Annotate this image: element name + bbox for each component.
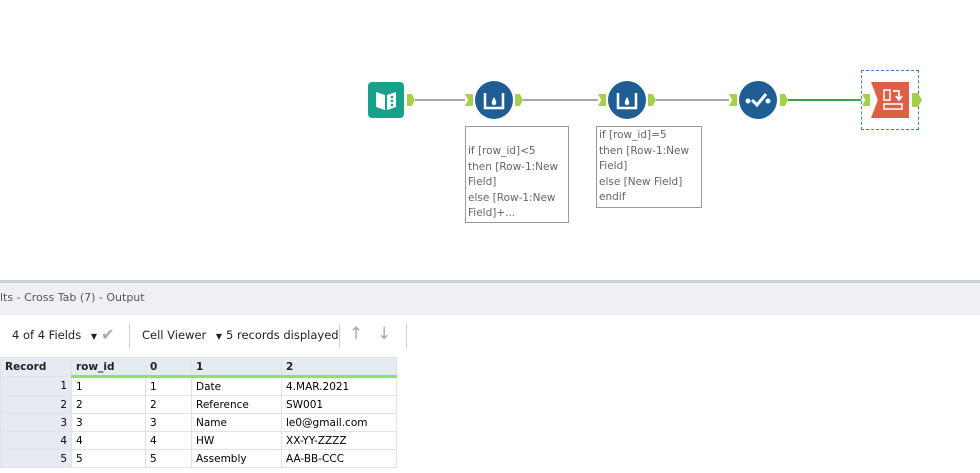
fields-dropdown[interactable]: 4 of 4 Fields ▼: [12, 328, 97, 342]
table-cell[interactable]: HW: [191, 431, 282, 450]
annotation-line: if [row_id]<5: [468, 145, 536, 157]
table-cell[interactable]: Date: [191, 376, 282, 396]
chevron-down-icon: ▼: [90, 332, 98, 341]
select-tool[interactable]: [739, 81, 777, 119]
table-cell[interactable]: 1: [71, 376, 146, 396]
results-toolbar: 4 of 4 Fields ▼ ✔ Cell Viewer ▼ 5 record…: [0, 316, 980, 356]
column-header-1[interactable]: 1: [191, 357, 282, 378]
input-anchor[interactable]: [598, 94, 606, 106]
table-cell[interactable]: SW001: [281, 395, 397, 414]
column-header-record[interactable]: Record: [0, 357, 72, 377]
output-anchor[interactable]: [407, 94, 415, 106]
table-cell[interactable]: XX-YY-ZZZZ: [281, 431, 397, 450]
table-cell[interactable]: Reference: [191, 395, 282, 414]
table-cell[interactable]: AA-BB-CCC: [281, 449, 397, 468]
table-cell[interactable]: 4: [71, 431, 146, 450]
input-anchor[interactable]: [465, 94, 473, 106]
connection: [523, 99, 598, 101]
connection: [656, 99, 729, 101]
table-row[interactable]: 3 3 3 Name le0@gmail.com: [0, 413, 397, 432]
table-row[interactable]: 4 4 4 HW XX-YY-ZZZZ: [0, 431, 397, 450]
divider: [339, 324, 340, 348]
formula-icon: [483, 93, 505, 110]
annotation-line: Field]+...: [468, 207, 516, 219]
input-anchor[interactable]: [729, 94, 737, 106]
results-title-bar: lts - Cross Tab (7) - Output: [0, 280, 980, 315]
column-header-2[interactable]: 2: [281, 357, 397, 378]
annotation-formula-2: if [row_id]=5 then [Row-1:New Field] els…: [596, 126, 702, 208]
connection: [415, 99, 465, 101]
table-cell[interactable]: le0@gmail.com: [281, 413, 397, 432]
results-table: Record row_id 0 1 2 1 1 1 Date 4.MAR.2021 2 2 2…: [0, 357, 397, 468]
table-cell[interactable]: 4: [145, 431, 192, 450]
annotation-line: then [Row-1:New: [599, 144, 690, 157]
formula-tool-1[interactable]: [475, 81, 513, 119]
book-icon: [376, 92, 396, 110]
connection-active: [788, 99, 861, 101]
record-number-cell[interactable]: 3: [0, 413, 72, 432]
divider: [406, 324, 407, 348]
output-anchor[interactable]: [912, 93, 922, 107]
table-cell[interactable]: 2: [145, 395, 192, 414]
table-cell[interactable]: 5: [145, 449, 192, 468]
output-anchor[interactable]: [515, 94, 523, 106]
divider: [129, 324, 130, 348]
checkmark-icon[interactable]: ✔: [101, 325, 114, 344]
results-title: lts - Cross Tab (7) - Output: [0, 291, 145, 304]
table-row[interactable]: 5 5 5 Assembly AA-BB-CCC: [0, 449, 397, 468]
annotation-line: else [New Field]: [599, 175, 683, 188]
output-anchor[interactable]: [780, 94, 788, 106]
table-cell[interactable]: 2: [71, 395, 146, 414]
table-cell[interactable]: 3: [71, 413, 146, 432]
input-data-tool[interactable]: [368, 82, 404, 118]
checkmark-icon: [745, 93, 771, 108]
table-cell[interactable]: 3: [145, 413, 192, 432]
formula-tool-2[interactable]: [608, 81, 646, 119]
annotation-line: else [Row-1:New: [468, 191, 556, 204]
record-number-cell[interactable]: 2: [0, 395, 72, 414]
annotation-line: if [row_id]=5: [599, 129, 667, 141]
column-header-0[interactable]: 0: [145, 357, 192, 378]
record-number-cell[interactable]: 4: [0, 431, 72, 450]
annotation-line: endif: [599, 191, 626, 203]
annotation-formula-1: if [row_id]<5 then [Row-1:New Field] els…: [465, 126, 569, 223]
annotation-line: Field]: [468, 176, 497, 188]
viewer-label: Cell Viewer: [142, 328, 207, 342]
formula-icon: [616, 93, 638, 110]
column-header-row-id[interactable]: row_id: [71, 357, 146, 378]
annotation-line: then [Row-1:New: [468, 160, 559, 173]
chevron-down-icon: ▼: [215, 332, 223, 341]
records-count: 5 records displayed: [226, 328, 339, 342]
record-number-cell[interactable]: 1: [0, 376, 72, 396]
table-cell[interactable]: Assembly: [191, 449, 282, 468]
viewer-dropdown[interactable]: Cell Viewer ▼: [142, 328, 222, 342]
table-cell[interactable]: 5: [71, 449, 146, 468]
arrow-up-icon[interactable]: ↑: [349, 324, 363, 344]
arrow-down-icon[interactable]: ↓: [377, 324, 391, 344]
output-anchor[interactable]: [648, 94, 656, 106]
fields-label: 4 of 4 Fields: [12, 328, 82, 342]
table-cell[interactable]: 4.MAR.2021: [281, 376, 397, 396]
table-cell[interactable]: 1: [145, 376, 192, 396]
record-number-cell[interactable]: 5: [0, 449, 72, 468]
annotation-line: Field]: [599, 160, 628, 172]
table-cell[interactable]: Name: [191, 413, 282, 432]
workflow-canvas[interactable]: if [row_id]<5 then [Row-1:New Field] els…: [0, 0, 980, 275]
table-row[interactable]: 1 1 1 Date 4.MAR.2021: [0, 376, 397, 396]
table-row[interactable]: 2 2 2 Reference SW001: [0, 395, 397, 414]
